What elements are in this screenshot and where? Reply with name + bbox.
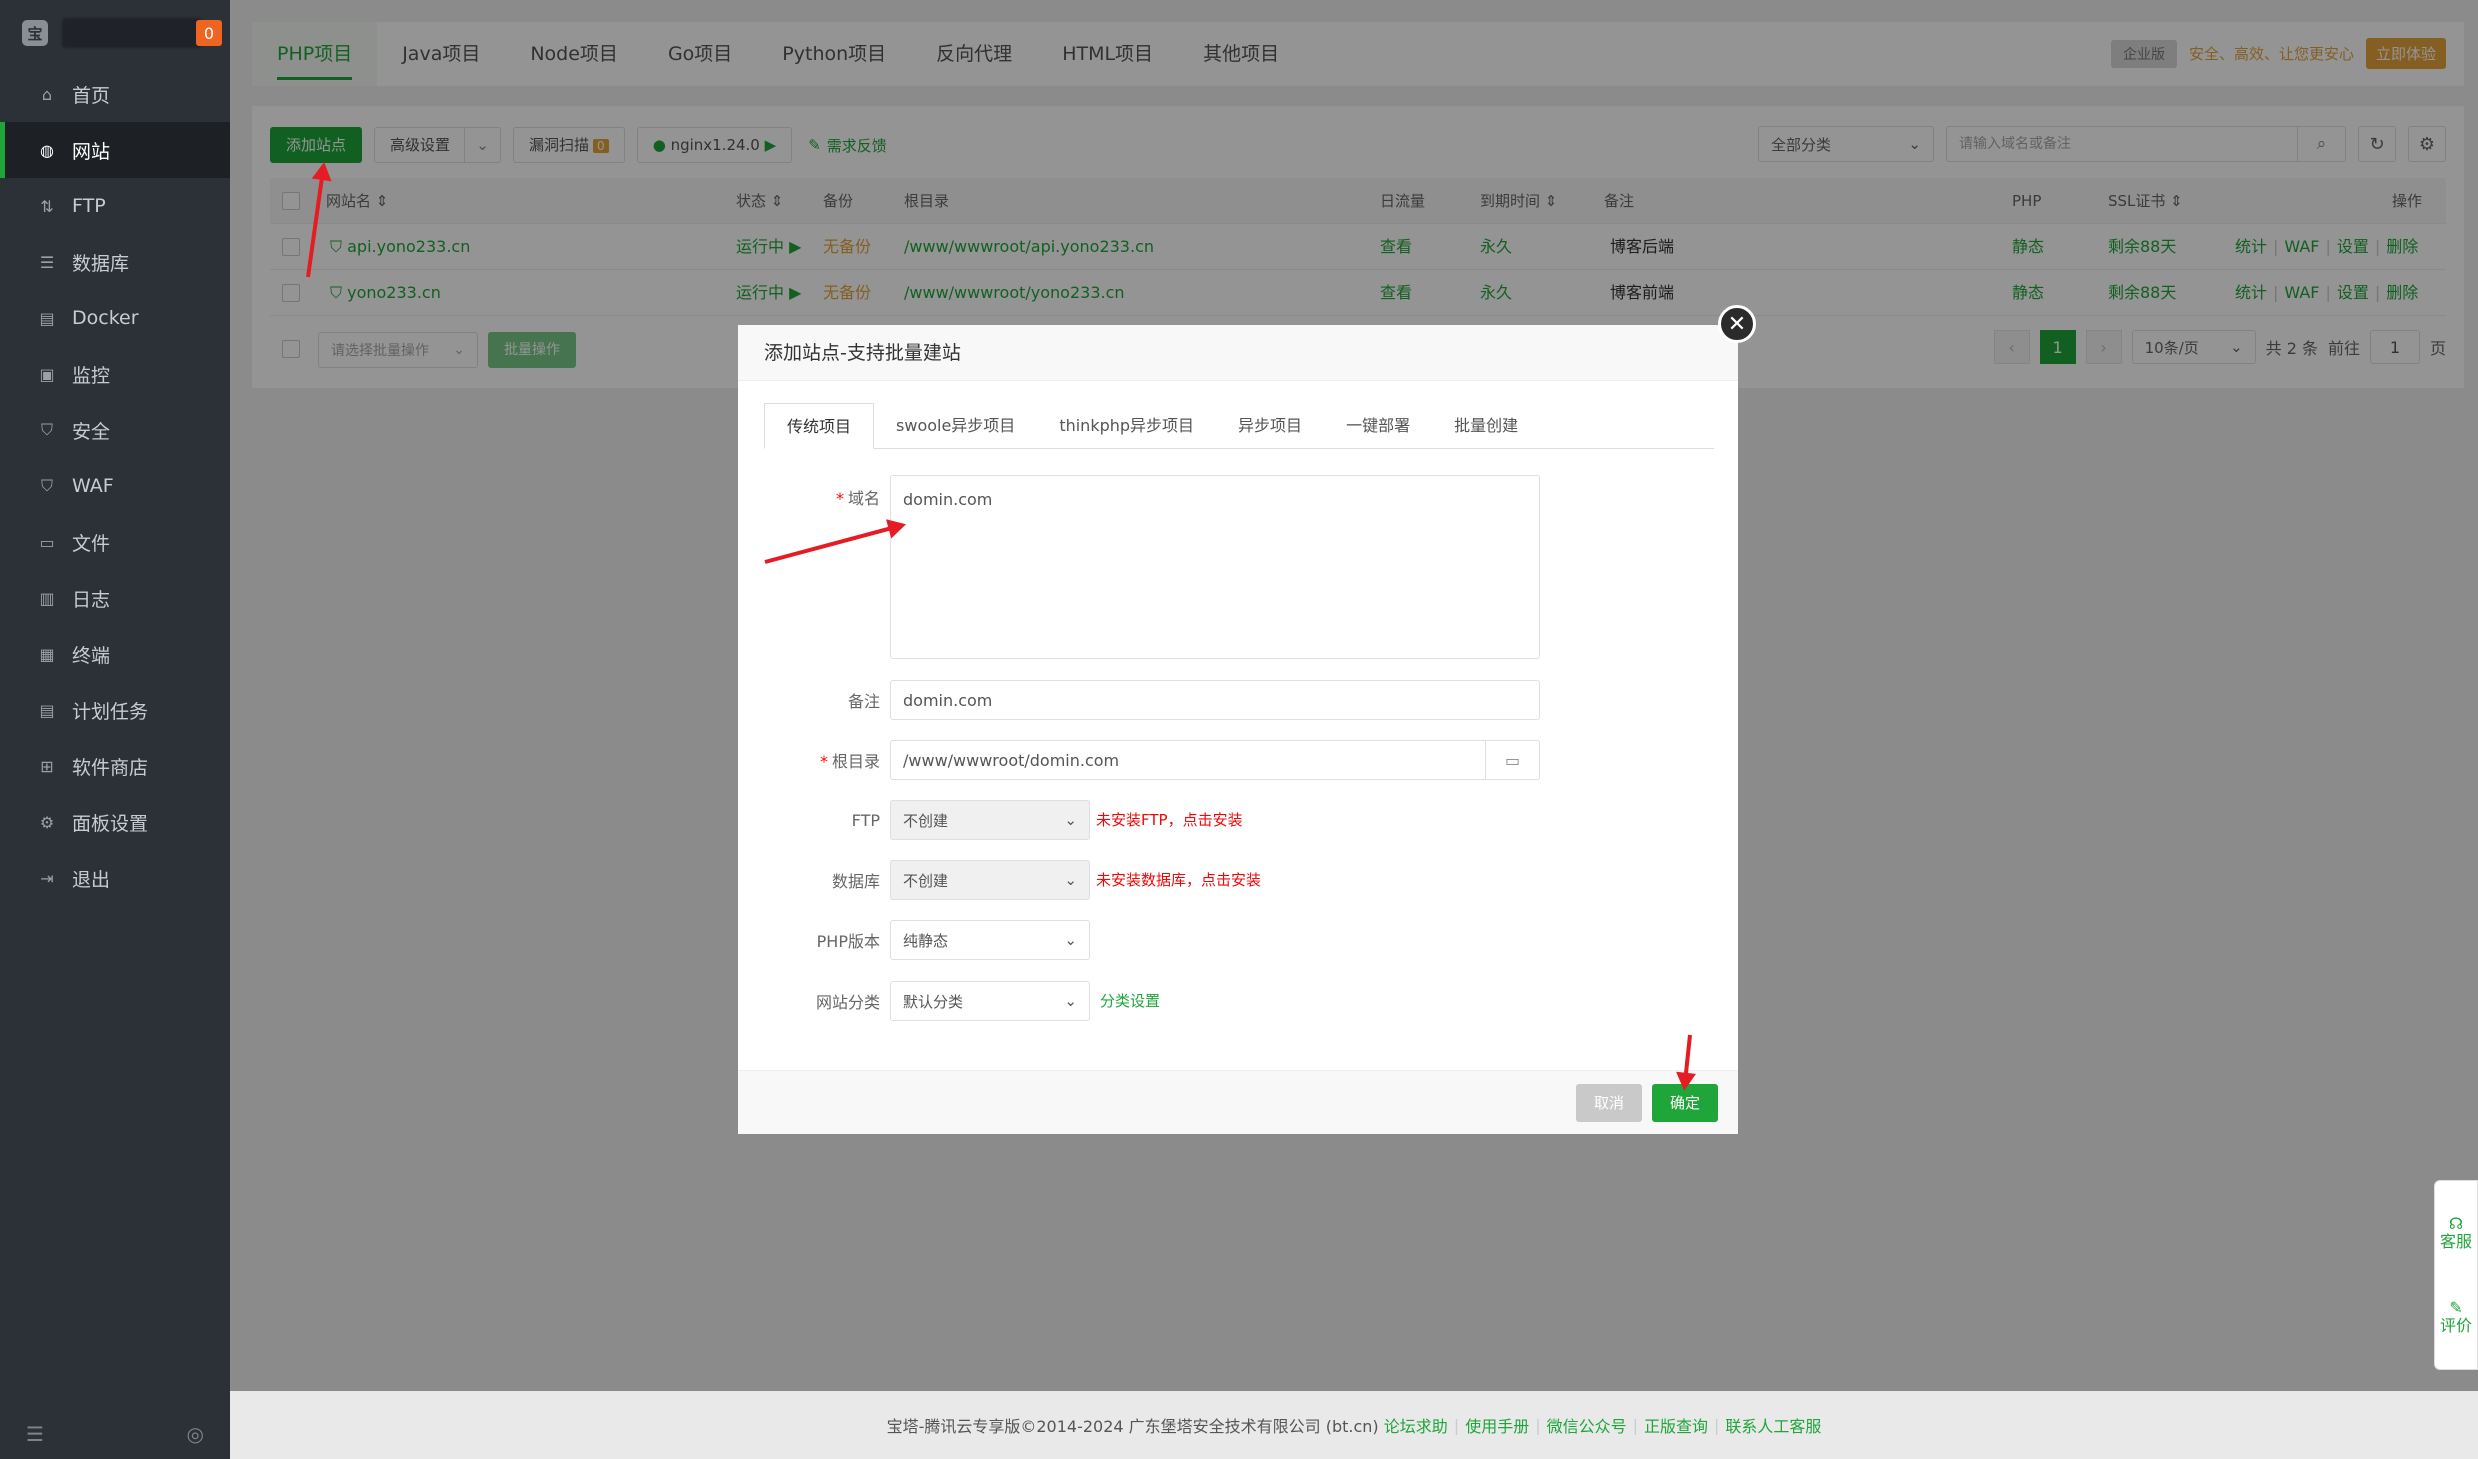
manual-link[interactable]: 使用手册 bbox=[1465, 1413, 1529, 1437]
wechat-link[interactable]: 微信公众号 bbox=[1547, 1413, 1627, 1437]
sidebar-footer: ☰ ◎ bbox=[0, 1409, 230, 1459]
task-icon: ▤ bbox=[39, 700, 55, 720]
root-label: * 根目录 bbox=[819, 752, 880, 771]
sidebar-item-store[interactable]: ⊞ 软件商店 bbox=[0, 738, 230, 794]
category-settings-link[interactable]: 分类设置 bbox=[1100, 981, 1160, 1021]
sidebar-item-logs[interactable]: ▥ 日志 bbox=[0, 570, 230, 626]
sidebar-nav: ⌂ 首页 ◍ 网站 ⇅ FTP ☰ 数据库 ▤ Docker ▣ 监控 ⛉ 安全 ⛉ WAF ▭… bbox=[0, 66, 230, 906]
bt-logo-icon: 宝 bbox=[22, 20, 48, 46]
log-icon: ▥ bbox=[39, 588, 55, 608]
collapse-menu-icon[interactable]: ☰ bbox=[26, 1422, 44, 1446]
root-input[interactable]: /www/wwwroot/domin.com bbox=[890, 740, 1486, 780]
license-link[interactable]: 正版查询 bbox=[1644, 1413, 1708, 1437]
sidebar-item-logout[interactable]: ⇥ 退出 bbox=[0, 850, 230, 906]
php-row: PHP版本 纯静态 ⌄ bbox=[738, 920, 1738, 960]
tab-swoole[interactable]: swoole异步项目 bbox=[874, 403, 1037, 449]
monitor-icon: ▣ bbox=[39, 364, 55, 384]
sidebar-item-website[interactable]: ◍ 网站 bbox=[0, 122, 230, 178]
root-row: * 根目录 /www/wwwroot/domin.com ▭ bbox=[738, 740, 1738, 780]
docker-icon: ▤ bbox=[39, 308, 55, 328]
sidebar-item-security[interactable]: ⛉ 安全 bbox=[0, 402, 230, 458]
gear-icon: ⚙ bbox=[39, 812, 55, 832]
tab-thinkphp[interactable]: thinkphp异步项目 bbox=[1037, 403, 1216, 449]
folder-icon[interactable]: ▭ bbox=[1486, 740, 1540, 780]
home-icon: ⌂ bbox=[41, 84, 53, 104]
sidebar-item-files[interactable]: ▭ 文件 bbox=[0, 514, 230, 570]
chevron-down-icon: ⌄ bbox=[1064, 811, 1077, 829]
waf-shield-icon: ⛉ bbox=[40, 476, 53, 495]
notification-badge[interactable]: 0 bbox=[196, 20, 222, 46]
domain-row: * 域名 domin.com bbox=[738, 475, 1738, 659]
server-name-redacted bbox=[62, 18, 202, 48]
database-icon: ☰ bbox=[39, 252, 55, 272]
db-select[interactable]: 不创建 ⌄ bbox=[890, 860, 1090, 900]
dialog-tabs: 传统项目 swoole异步项目 thinkphp异步项目 异步项目 一键部署 批… bbox=[764, 403, 1714, 449]
globe-icon: ◍ bbox=[40, 140, 54, 160]
category-label: 网站分类 bbox=[815, 993, 880, 1012]
sidebar-item-docker[interactable]: ▤ Docker bbox=[0, 290, 230, 346]
forum-link[interactable]: 论坛求助 bbox=[1384, 1413, 1448, 1437]
shield-icon: ⛉ bbox=[40, 420, 53, 439]
headset-icon: ☊ bbox=[2448, 1214, 2464, 1233]
panel-logo: 宝 0 bbox=[0, 0, 230, 66]
note-label: 备注 bbox=[847, 692, 880, 711]
store-icon: ⊞ bbox=[40, 756, 54, 776]
ftp-icon: ⇅ bbox=[40, 196, 54, 216]
side-float-panel: ☊ 客服 ✎ 评价 bbox=[2434, 1180, 2478, 1370]
domain-textarea[interactable]: domin.com bbox=[890, 475, 1540, 659]
db-label: 数据库 bbox=[831, 872, 880, 891]
close-icon[interactable]: ✕ bbox=[1718, 305, 1756, 343]
sidebar-item-cron[interactable]: ▤ 计划任务 bbox=[0, 682, 230, 738]
ftp-install-link[interactable]: 未安装FTP，点击安装 bbox=[1096, 800, 1243, 840]
dialog-title: 添加站点-支持批量建站 bbox=[738, 325, 1738, 381]
chevron-down-icon: ⌄ bbox=[1064, 871, 1077, 889]
sidebar-item-home[interactable]: ⌂ 首页 bbox=[0, 66, 230, 122]
note-input[interactable]: domin.com bbox=[890, 680, 1540, 720]
customer-service-button[interactable]: ☊ 客服 bbox=[2440, 1215, 2472, 1251]
note-row: 备注 domin.com bbox=[738, 680, 1738, 720]
ftp-row: FTP 不创建 ⌄ 未安装FTP，点击安装 bbox=[738, 800, 1738, 840]
sidebar-item-waf[interactable]: ⛉ WAF bbox=[0, 458, 230, 514]
add-site-dialog: 添加站点-支持批量建站 ✕ 传统项目 swoole异步项目 thinkphp异步… bbox=[738, 305, 1756, 1134]
logout-icon: ⇥ bbox=[40, 868, 54, 888]
sidebar-item-database[interactable]: ☰ 数据库 bbox=[0, 234, 230, 290]
chevron-down-icon: ⌄ bbox=[1064, 992, 1077, 1010]
support-link[interactable]: 联系人工客服 bbox=[1725, 1413, 1821, 1437]
page-footer: 宝塔-腾讯云专享版©2014-2024 广东堡塔安全技术有限公司 (bt.cn)… bbox=[230, 1391, 2478, 1459]
chevron-down-icon: ⌄ bbox=[1064, 931, 1077, 949]
rate-button[interactable]: ✎ 评价 bbox=[2440, 1299, 2472, 1335]
php-version-select[interactable]: 纯静态 ⌄ bbox=[890, 920, 1090, 960]
copyright-text: 宝塔-腾讯云专享版©2014-2024 广东堡塔安全技术有限公司 (bt.cn) bbox=[886, 1417, 1379, 1436]
sidebar: 宝 0 ⌂ 首页 ◍ 网站 ⇅ FTP ☰ 数据库 ▤ Docker ▣ 监控 ⛉ 安全 ⛉ W… bbox=[0, 0, 230, 1459]
php-label: PHP版本 bbox=[816, 932, 880, 951]
theme-toggle-icon[interactable]: ◎ bbox=[187, 1422, 204, 1446]
tab-batch[interactable]: 批量创建 bbox=[1432, 403, 1540, 449]
ftp-select[interactable]: 不创建 ⌄ bbox=[890, 800, 1090, 840]
site-category-select[interactable]: 默认分类 ⌄ bbox=[890, 981, 1090, 1021]
sidebar-item-ftp[interactable]: ⇅ FTP bbox=[0, 178, 230, 234]
db-row: 数据库 不创建 ⌄ 未安装数据库，点击安装 bbox=[738, 860, 1738, 900]
terminal-icon: ▦ bbox=[39, 644, 55, 664]
folder-icon: ▭ bbox=[39, 532, 55, 552]
sidebar-item-settings[interactable]: ⚙ 面板设置 bbox=[0, 794, 230, 850]
domain-label: * 域名 bbox=[835, 489, 880, 508]
cancel-button[interactable]: 取消 bbox=[1576, 1084, 1643, 1122]
tab-traditional[interactable]: 传统项目 bbox=[764, 403, 875, 449]
edit-icon: ✎ bbox=[2449, 1298, 2463, 1317]
category-row: 网站分类 默认分类 ⌄ 分类设置 bbox=[738, 981, 1738, 1021]
sidebar-item-monitor[interactable]: ▣ 监控 bbox=[0, 346, 230, 402]
db-install-link[interactable]: 未安装数据库，点击安装 bbox=[1096, 860, 1261, 900]
ftp-label: FTP bbox=[851, 810, 880, 830]
dialog-footer: 取消 确定 bbox=[738, 1070, 1738, 1134]
tab-one-click[interactable]: 一键部署 bbox=[1324, 403, 1432, 449]
tab-async[interactable]: 异步项目 bbox=[1216, 403, 1324, 449]
sidebar-item-terminal[interactable]: ▦ 终端 bbox=[0, 626, 230, 682]
